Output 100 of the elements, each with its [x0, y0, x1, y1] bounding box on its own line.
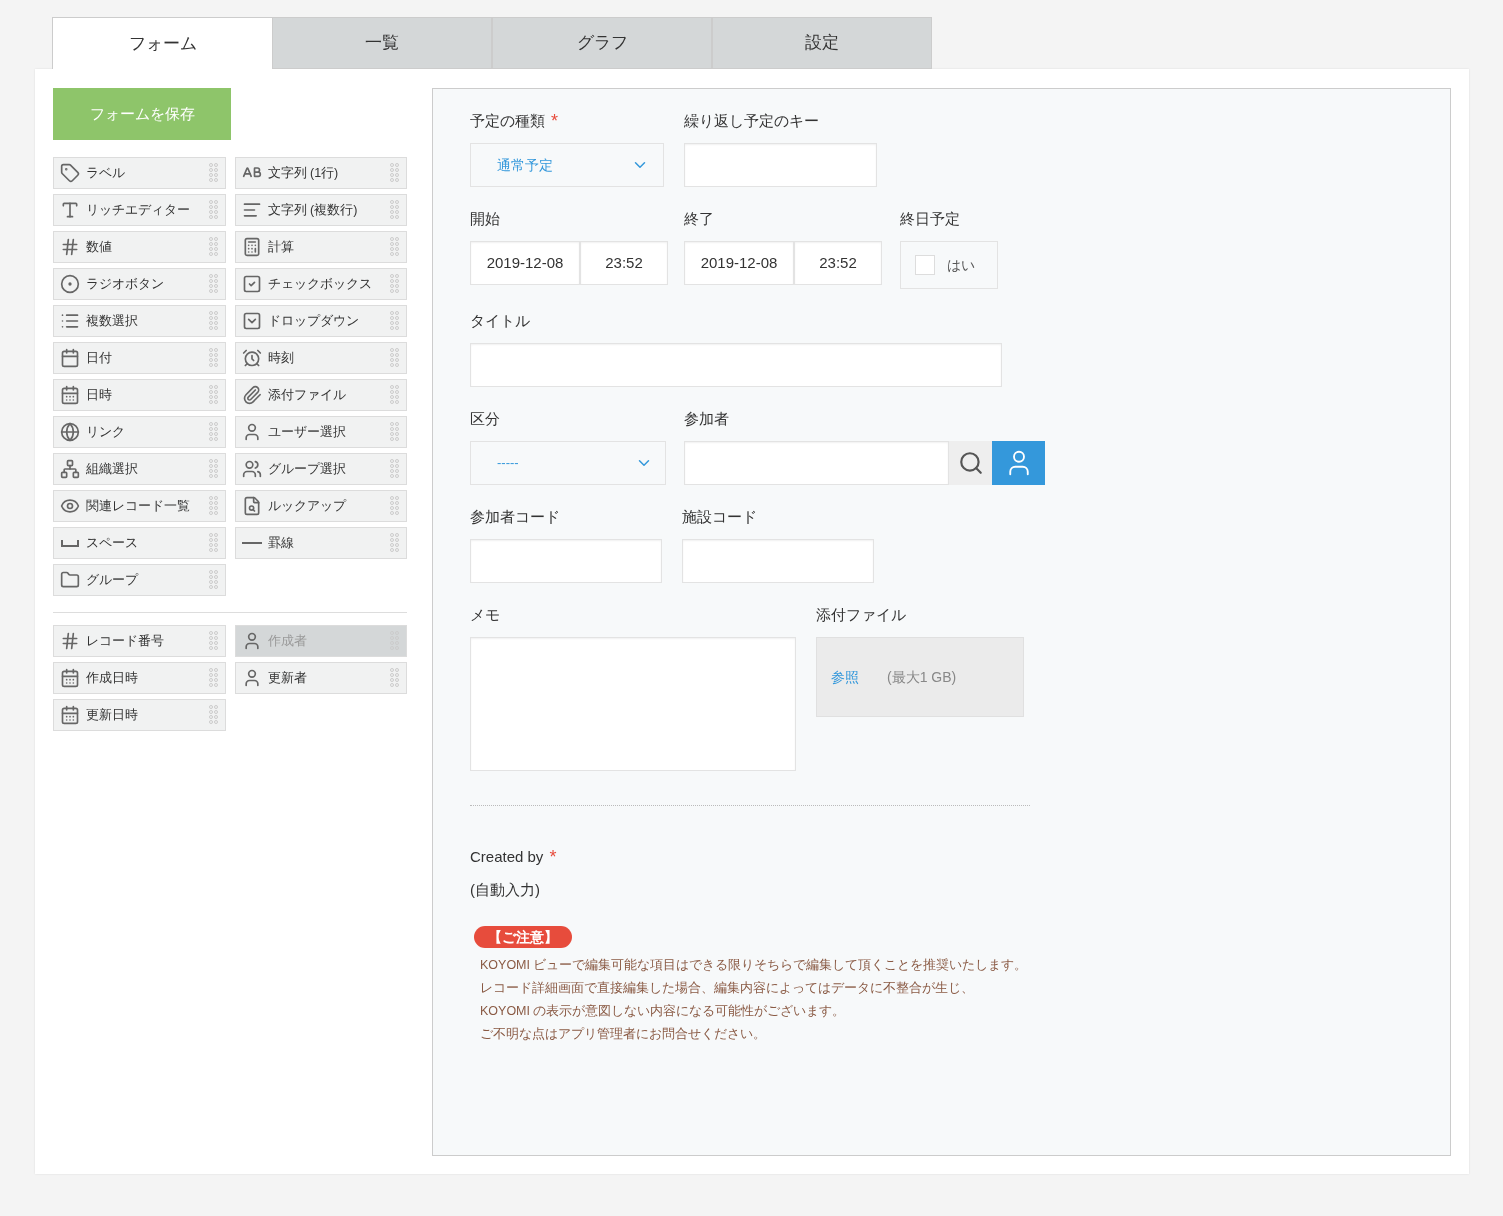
- field-palette-item[interactable]: 計算: [234, 231, 407, 263]
- notice-badge: 【ご注意】: [474, 925, 572, 948]
- time-field[interactable]: 23:52: [580, 241, 668, 285]
- field-palette-item[interactable]: 関連レコード一覧: [53, 490, 226, 522]
- field-palette-label: 更新者: [267, 669, 308, 687]
- recurrence-key-field[interactable]: [684, 143, 877, 187]
- code-field[interactable]: [682, 539, 874, 583]
- field-label: 予定の種類: [470, 110, 545, 131]
- field-palette-item[interactable]: リンク: [53, 416, 226, 448]
- checkbox-label: はい: [947, 255, 975, 275]
- field-palette-item[interactable]: 時刻: [234, 342, 407, 374]
- grip-icon: [208, 347, 219, 369]
- field-palette-item[interactable]: 作成日時: [53, 662, 226, 694]
- field-palette-label: グループ選択: [267, 460, 347, 478]
- list-icon: [60, 311, 80, 331]
- field-label: タイトル: [470, 310, 530, 331]
- field-palette-item[interactable]: ラベル: [53, 157, 226, 189]
- size-limit-text: (最大1 GB): [887, 667, 957, 687]
- field-palette-label: ルックアップ: [267, 497, 348, 515]
- notice-text: ご不明な点はアプリ管理者にお問合せください。: [480, 1025, 767, 1043]
- field-palette-item[interactable]: スペース: [53, 527, 226, 559]
- grip-icon: [208, 458, 219, 480]
- date-field[interactable]: 2019-12-08: [470, 241, 580, 285]
- field-palette-label: ユーザー選択: [267, 423, 347, 441]
- number-icon: [60, 631, 80, 651]
- user-picker-button[interactable]: [992, 441, 1045, 485]
- field-palette-label: ラベル: [86, 164, 126, 182]
- required-mark: *: [549, 846, 557, 869]
- field-palette-item[interactable]: 組織選択: [53, 453, 226, 485]
- field-palette-item[interactable]: 文字列 (1行): [234, 157, 407, 189]
- calendar-icon: [60, 668, 80, 688]
- alarm-clock-icon: [241, 348, 262, 368]
- notice-text: KOYOMI の表示が意図しない内容になる可能性がございます。: [480, 1002, 847, 1020]
- field-palette-label: レコード番号: [86, 632, 165, 650]
- field-palette-label: 数値: [86, 238, 113, 256]
- grip-icon: [390, 667, 400, 689]
- grip-icon: [208, 495, 219, 517]
- field-label: 施設コード: [682, 506, 757, 527]
- field-palette-item[interactable]: 数値: [53, 231, 226, 263]
- checkbox[interactable]: [915, 255, 935, 275]
- field-palette-item[interactable]: 日時: [53, 379, 226, 411]
- grip-icon: [390, 347, 400, 369]
- field-palette-item[interactable]: レコード番号: [53, 625, 226, 657]
- field-label: 参加者: [684, 408, 729, 429]
- field-palette-item[interactable]: 添付ファイル: [234, 379, 407, 411]
- field-palette-label: 計算: [267, 238, 295, 256]
- search-button[interactable]: [949, 441, 992, 485]
- field-palette-item[interactable]: ドロップダウン: [234, 305, 407, 337]
- grip-icon: [208, 162, 219, 184]
- field-palette-label: 作成日時: [86, 669, 139, 687]
- field-label: 終了: [684, 208, 714, 229]
- field-label: メモ: [470, 604, 500, 625]
- field-palette-item[interactable]: グループ: [53, 564, 226, 596]
- grip-icon: [390, 532, 400, 554]
- field-palette-label: チェックボックス: [267, 275, 373, 293]
- field-palette-item[interactable]: グループ選択: [234, 453, 407, 485]
- folder-icon: [60, 570, 80, 590]
- dropdown-icon: [241, 311, 262, 331]
- memo-field[interactable]: [470, 637, 796, 771]
- grip-icon: [390, 310, 400, 332]
- tab[interactable]: フォーム: [52, 17, 272, 69]
- field-palette-item[interactable]: 日付: [53, 342, 226, 374]
- calendar-icon: [60, 348, 80, 368]
- field-palette-item[interactable]: 更新者: [234, 662, 407, 694]
- date-field[interactable]: 2019-12-08: [684, 241, 794, 285]
- field-palette-item[interactable]: ルックアップ: [234, 490, 407, 522]
- field-palette-item[interactable]: 複数選択: [53, 305, 226, 337]
- field-palette-item[interactable]: 更新日時: [53, 699, 226, 731]
- space-icon: [61, 539, 79, 547]
- checkbox-icon: [241, 274, 262, 294]
- radio-icon: [60, 274, 80, 294]
- grip-icon: [208, 532, 219, 554]
- field-palette-label: 罫線: [267, 534, 295, 552]
- calendar-icon: [60, 385, 80, 405]
- tab[interactable]: 設定: [712, 17, 932, 69]
- time-field[interactable]: 23:52: [794, 241, 882, 285]
- grip-icon: [208, 630, 219, 652]
- field-label: 繰り返し予定のキー: [684, 110, 819, 131]
- participants-field[interactable]: [684, 441, 949, 485]
- tab[interactable]: グラフ: [492, 17, 712, 69]
- users-icon: [241, 459, 262, 479]
- tab[interactable]: 一覧: [272, 17, 492, 69]
- calendar-icon: [60, 705, 80, 725]
- grip-icon: [208, 667, 219, 689]
- field-palette-item[interactable]: チェックボックス: [234, 268, 407, 300]
- field-palette-item[interactable]: ユーザー選択: [234, 416, 407, 448]
- grip-icon: [390, 384, 400, 406]
- field-palette-item[interactable]: 文字列 (複数行): [234, 194, 407, 226]
- tag-icon: [60, 163, 80, 183]
- field-palette-item[interactable]: 罫線: [234, 527, 407, 559]
- field-palette-label: 作成者: [267, 632, 308, 650]
- letter-icon: [60, 200, 80, 220]
- title-field[interactable]: [470, 343, 1002, 387]
- auto-input-text: (自動入力): [470, 880, 541, 900]
- code-field[interactable]: [470, 539, 662, 583]
- field-palette-item[interactable]: ラジオボタン: [53, 268, 226, 300]
- field-palette-item[interactable]: リッチエディター: [53, 194, 226, 226]
- field-palette-label: 関連レコード一覧: [86, 497, 191, 515]
- eye-icon: [60, 496, 80, 516]
- grip-icon: [208, 273, 219, 295]
